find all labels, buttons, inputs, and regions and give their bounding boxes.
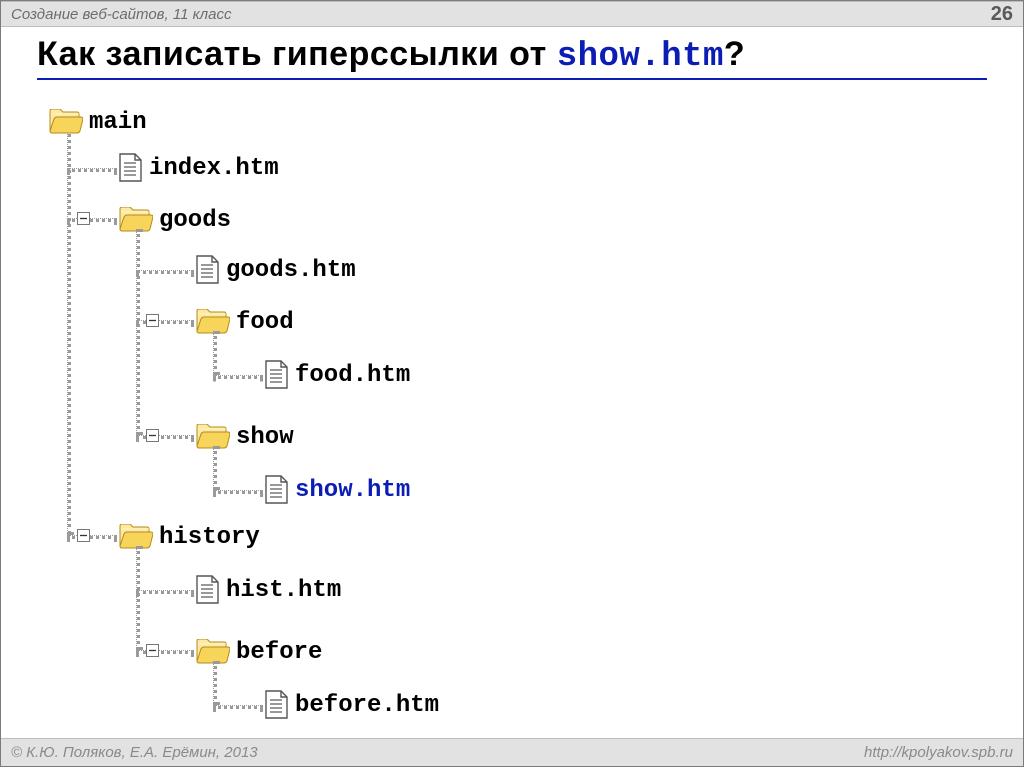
file-icon (196, 575, 220, 605)
folder-label-show: show (236, 424, 294, 451)
folder-label-before: before (236, 639, 322, 666)
title-rule (37, 78, 987, 80)
file-icon (196, 255, 220, 285)
file-icon (265, 690, 289, 720)
file-label-show-htm: show.htm (295, 477, 410, 504)
header-bar: Создание веб-сайтов, 11 класс 26 (1, 1, 1023, 27)
collapse-icon[interactable] (146, 314, 159, 327)
folder-label-history: history (159, 524, 260, 551)
copyright: © К.Ю. Поляков, Е.А. Ерёмин, 2013 (11, 744, 258, 761)
footer-bar: © К.Ю. Поляков, Е.А. Ерёмин, 2013 http:/… (1, 738, 1023, 766)
collapse-icon[interactable] (77, 212, 90, 225)
file-icon (119, 153, 143, 183)
file-icon (265, 475, 289, 505)
collapse-icon[interactable] (146, 644, 159, 657)
file-label-before-htm: before.htm (295, 692, 439, 719)
file-label-goods-htm: goods.htm (226, 257, 356, 284)
file-icon (265, 360, 289, 390)
footer-url: http://kpolyakov.spb.ru (864, 744, 1013, 761)
title-filename: show.htm (557, 38, 724, 76)
file-tree: main index.htm goods goods.htm (37, 97, 987, 726)
folder-label-food: food (236, 309, 294, 336)
page-number: 26 (991, 3, 1013, 26)
file-label-hist-htm: hist.htm (226, 577, 341, 604)
folder-label-main: main (89, 109, 147, 136)
folder-label-goods: goods (159, 207, 231, 234)
course-title: Создание веб-сайтов, 11 класс (11, 6, 231, 23)
file-label-food-htm: food.htm (295, 362, 410, 389)
title-suffix: ? (724, 35, 745, 73)
file-label-index: index.htm (149, 155, 279, 182)
collapse-icon[interactable] (146, 429, 159, 442)
folder-icon (49, 109, 83, 135)
collapse-icon[interactable] (77, 529, 90, 542)
page-title: Как записать гиперссылки от show.htm? (37, 35, 987, 76)
title-prefix: Как записать гиперссылки от (37, 35, 557, 73)
